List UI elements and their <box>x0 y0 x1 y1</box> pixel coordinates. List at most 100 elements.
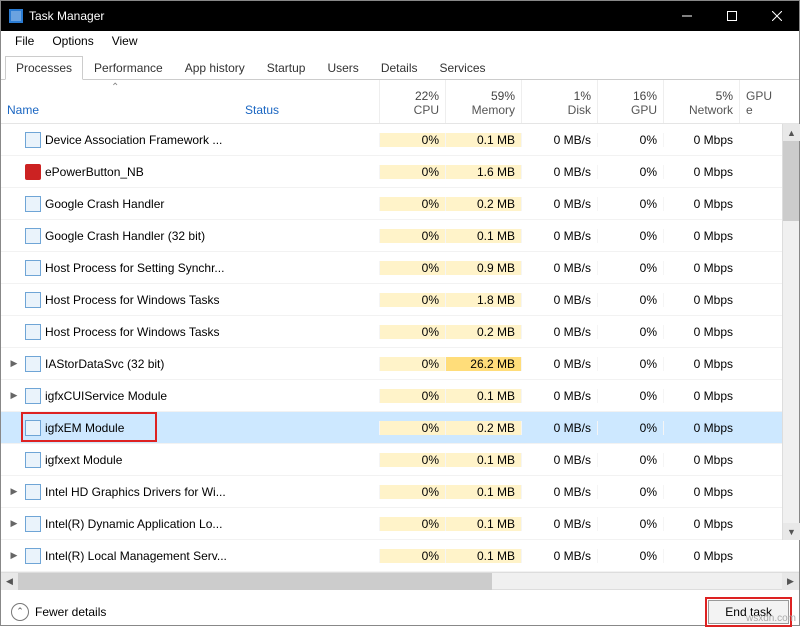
process-icon <box>25 420 41 436</box>
process-name-cell: ▶ Intel(R) Local Management Serv... <box>1 548 239 564</box>
table-row[interactable]: ▶igfxCUIService Module0%0.1 MB0 MB/s0%0 … <box>1 380 799 412</box>
network-cell: 0 Mbps <box>663 261 739 275</box>
header-memory[interactable]: 59%Memory <box>445 80 521 123</box>
minimize-button[interactable] <box>664 1 709 31</box>
header-network[interactable]: 5%Network <box>663 80 739 123</box>
header-gpu[interactable]: 16%GPU <box>597 80 663 123</box>
network-cell: 0 Mbps <box>663 197 739 211</box>
vertical-scrollbar[interactable]: ▲ ▼ <box>782 124 799 540</box>
cpu-cell: 0% <box>379 229 445 243</box>
app-icon <box>9 9 23 23</box>
scroll-right-icon[interactable]: ▶ <box>782 573 799 590</box>
process-icon <box>25 452 41 468</box>
network-cell: 0 Mbps <box>663 421 739 435</box>
horizontal-scrollbar[interactable]: ◀ ▶ <box>1 572 799 589</box>
scroll-up-icon[interactable]: ▲ <box>783 124 800 141</box>
process-icon <box>25 548 41 564</box>
tab-services[interactable]: Services <box>429 56 497 80</box>
process-icon <box>25 484 41 500</box>
table-body: Device Association Framework ...0%0.1 MB… <box>1 124 799 572</box>
process-name-cell: Host Process for Setting Synchr... <box>1 260 239 276</box>
gpu-cell: 0% <box>597 485 663 499</box>
process-icon <box>25 228 41 244</box>
table-row[interactable]: ▶IAStorDataSvc (32 bit)0%26.2 MB0 MB/s0%… <box>1 348 799 380</box>
gpu-cell: 0% <box>597 421 663 435</box>
gpu-cell: 0% <box>597 453 663 467</box>
process-name: Device Association Framework ... <box>45 133 222 147</box>
process-icon <box>25 388 41 404</box>
table-row[interactable]: Host Process for Setting Synchr...0%0.9 … <box>1 252 799 284</box>
header-name[interactable]: ⌃ Name <box>1 80 239 123</box>
process-name-cell: Host Process for Windows Tasks <box>1 292 239 308</box>
expand-icon[interactable]: ▶ <box>7 486 21 497</box>
process-name-cell: ▶Intel HD Graphics Drivers for Wi... <box>1 484 239 500</box>
menu-options[interactable]: Options <box>44 34 101 48</box>
process-name-cell: Google Crash Handler (32 bit) <box>1 228 239 244</box>
cpu-cell: 0% <box>379 517 445 531</box>
footer: ⌃ Fewer details End task <box>1 589 799 633</box>
process-icon <box>25 356 41 372</box>
table-row[interactable]: ▶Intel(R) Dynamic Application Lo...0%0.1… <box>1 508 799 540</box>
expand-icon[interactable]: ▶ <box>7 550 21 561</box>
cpu-cell: 0% <box>379 133 445 147</box>
header-disk[interactable]: 1%Disk <box>521 80 597 123</box>
process-name: IAStorDataSvc (32 bit) <box>45 357 164 371</box>
process-name: Intel(R) Local Management Serv... <box>45 549 227 563</box>
scroll-down-icon[interactable]: ▼ <box>783 523 800 540</box>
maximize-button[interactable] <box>709 1 754 31</box>
gpu-cell: 0% <box>597 389 663 403</box>
menu-file[interactable]: File <box>7 34 42 48</box>
gpu-cell: 0% <box>597 229 663 243</box>
fewer-details-button[interactable]: ⌃ Fewer details <box>11 603 106 621</box>
table-row[interactable]: Device Association Framework ...0%0.1 MB… <box>1 124 799 156</box>
table-row[interactable]: igfxext Module0%0.1 MB0 MB/s0%0 Mbps <box>1 444 799 476</box>
cpu-cell: 0% <box>379 453 445 467</box>
memory-cell: 1.6 MB <box>445 165 521 179</box>
tab-details[interactable]: Details <box>370 56 429 80</box>
table-row[interactable]: ePowerButton_NB0%1.6 MB0 MB/s0%0 Mbps <box>1 156 799 188</box>
memory-cell: 0.1 MB <box>445 453 521 467</box>
memory-cell: 0.1 MB <box>445 485 521 499</box>
header-gpu-engine[interactable]: GPU e <box>739 80 779 123</box>
process-icon <box>25 516 41 532</box>
expand-icon[interactable]: ▶ <box>7 518 21 529</box>
tab-startup[interactable]: Startup <box>256 56 317 80</box>
tab-processes[interactable]: Processes <box>5 56 83 80</box>
table-row[interactable]: Google Crash Handler0%0.2 MB0 MB/s0%0 Mb… <box>1 188 799 220</box>
scroll-left-icon[interactable]: ◀ <box>1 573 18 590</box>
table-row[interactable]: Host Process for Windows Tasks0%0.2 MB0 … <box>1 316 799 348</box>
expand-icon[interactable]: ▶ <box>7 390 21 401</box>
memory-cell: 0.2 MB <box>445 325 521 339</box>
header-cpu[interactable]: 22%CPU <box>379 80 445 123</box>
tab-performance[interactable]: Performance <box>83 56 174 80</box>
sort-indicator-icon: ⌃ <box>111 82 119 93</box>
close-button[interactable] <box>754 1 799 31</box>
network-cell: 0 Mbps <box>663 133 739 147</box>
disk-cell: 0 MB/s <box>521 517 597 531</box>
gpu-cell: 0% <box>597 293 663 307</box>
menu-view[interactable]: View <box>104 34 146 48</box>
disk-cell: 0 MB/s <box>521 133 597 147</box>
tab-app-history[interactable]: App history <box>174 56 256 80</box>
cpu-cell: 0% <box>379 197 445 211</box>
process-icon <box>25 260 41 276</box>
network-cell: 0 Mbps <box>663 165 739 179</box>
table-row[interactable]: ▶Intel(R) Local Management Serv...0%0.1 … <box>1 540 799 572</box>
disk-cell: 0 MB/s <box>521 229 597 243</box>
gpu-cell: 0% <box>597 261 663 275</box>
process-table: ⌃ Name Status 22%CPU 59%Memory 1%Disk 16… <box>1 80 799 572</box>
table-row[interactable]: igfxEM Module0%0.2 MB0 MB/s0%0 Mbps <box>1 412 799 444</box>
tab-users[interactable]: Users <box>316 56 369 80</box>
table-row[interactable]: ▶Intel HD Graphics Drivers for Wi... 0% 0.… <box>1 476 799 508</box>
memory-cell: 0.2 MB <box>445 421 521 435</box>
disk-cell: 0 MB/s <box>521 421 597 435</box>
table-row[interactable]: Host Process for Windows Tasks0%1.8 MB0 … <box>1 284 799 316</box>
cpu-cell: 0% <box>379 389 445 403</box>
process-icon <box>25 132 41 148</box>
scroll-thumb-horizontal[interactable] <box>18 573 492 590</box>
expand-icon[interactable]: ▶ <box>7 358 21 369</box>
scroll-thumb-vertical[interactable] <box>783 141 799 221</box>
header-status[interactable]: Status <box>239 80 379 123</box>
cpu-cell: 0% <box>379 325 445 339</box>
table-row[interactable]: Google Crash Handler (32 bit)0%0.1 MB0 M… <box>1 220 799 252</box>
